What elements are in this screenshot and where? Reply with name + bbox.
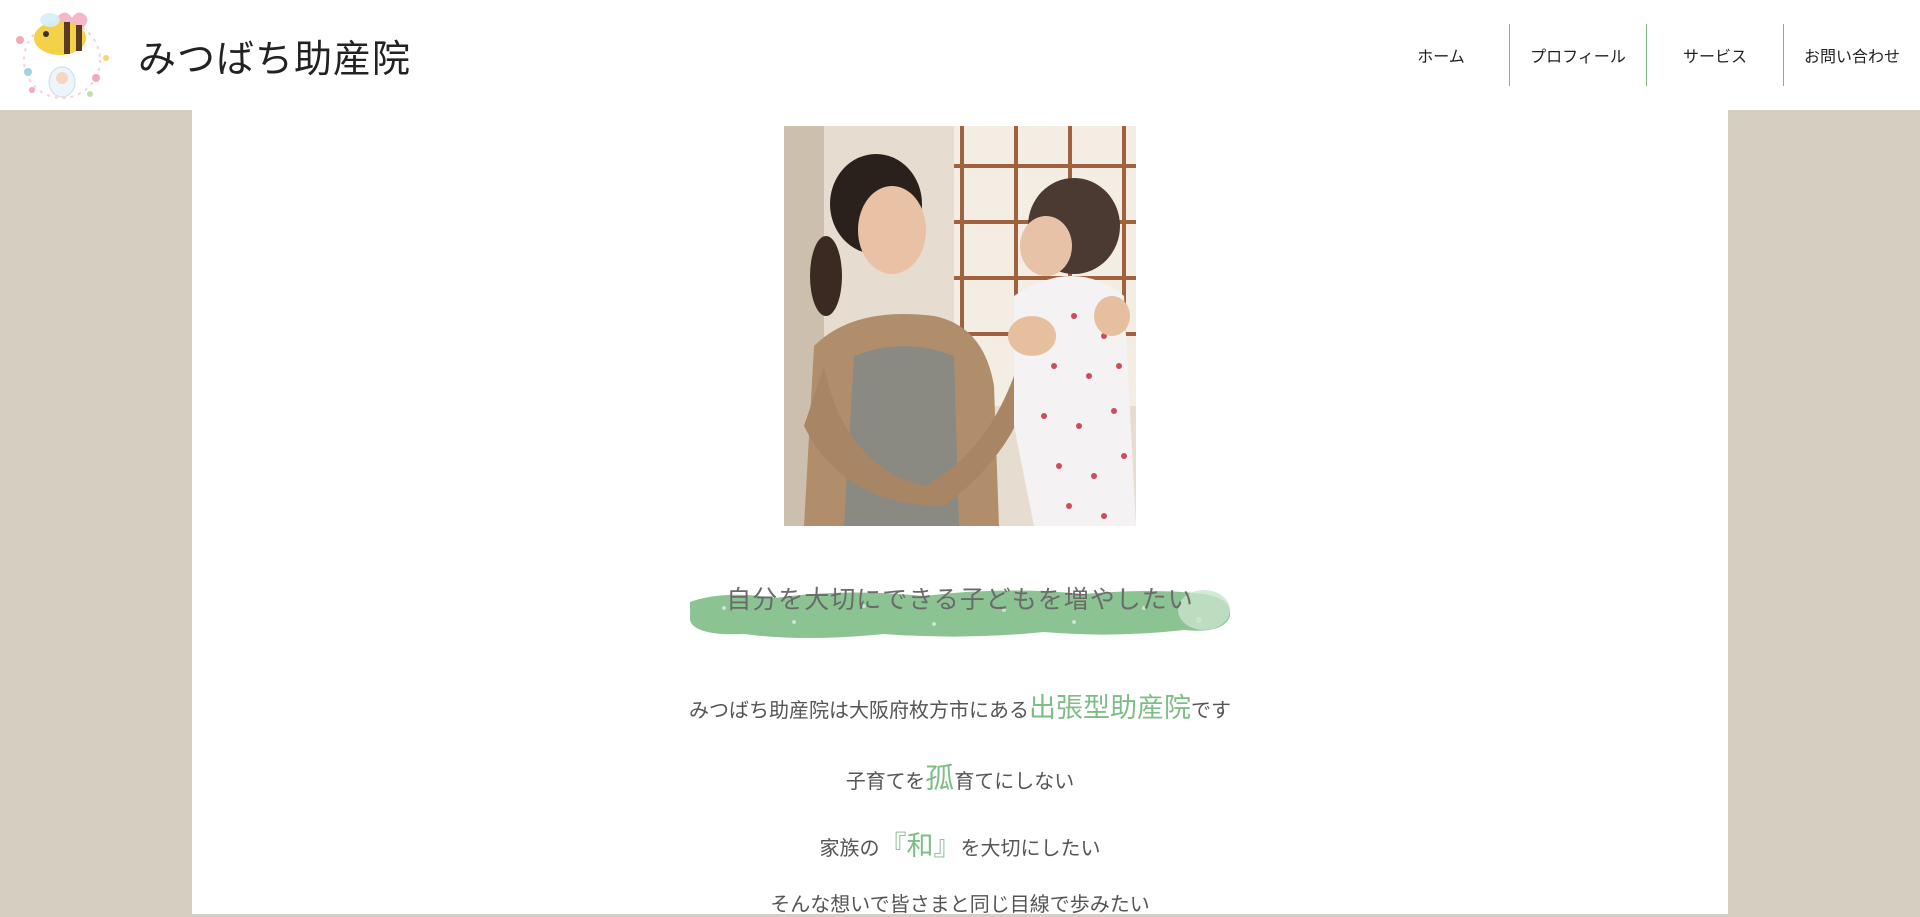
nav-services[interactable]: サービス [1646, 24, 1783, 86]
intro-line-4: そんな想いで皆さまと同じ目線で歩みたい [770, 892, 1150, 916]
hero-photo [784, 126, 1136, 526]
tagline-text: 自分を大切にできる子どもを増やしたい [726, 585, 1194, 614]
nav-profile[interactable]: プロフィール [1509, 24, 1646, 86]
intro-line-3-suffix: を大切にしたい [960, 836, 1101, 860]
intro-line-2: 子育てを孤育てにしない [192, 755, 1728, 797]
highlight-text: 出張型助産院 [1029, 693, 1191, 724]
nav-home[interactable]: ホーム [1373, 24, 1509, 86]
main-nav: ホーム プロフィール サービス お問い合わせ [1373, 24, 1920, 86]
bee-logo-icon[interactable] [6, 4, 118, 104]
intro-line-3-text: 家族の [819, 836, 880, 860]
site-title[interactable]: みつばち助産院 [138, 28, 411, 83]
main-content: 自分を大切にできる子どもを増やしたい みつばち助産院は大阪府枚方市にある出張型助… [192, 110, 1728, 916]
intro-line-1-suffix: です [1191, 698, 1231, 722]
intro-line-3: 家族の『和』を大切にしたい [192, 824, 1728, 863]
intro-line-2-suffix: 育てにしない [954, 769, 1075, 793]
highlight-text: 孤 [925, 761, 955, 795]
highlight-text: 『和』 [879, 831, 961, 862]
intro-line-1: みつばち助産院は大阪府枚方市にある出張型助産院です [192, 686, 1728, 725]
intro-line-1-text: みつばち助産院は大阪府枚方市にある [689, 698, 1029, 722]
nav-contact[interactable]: お問い合わせ [1783, 24, 1920, 86]
intro-line-2-text: 子育てを [845, 769, 926, 793]
tagline-block: 自分を大切にできる子どもを増やしたい [684, 564, 1236, 654]
site-header: みつばち助産院 ホーム プロフィール サービス お問い合わせ [0, 0, 1920, 110]
